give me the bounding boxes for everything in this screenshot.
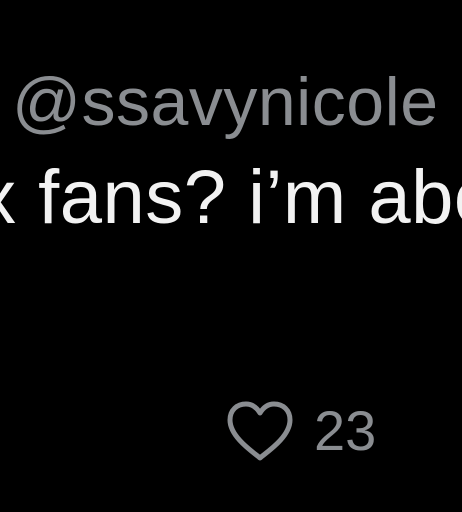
- like-button[interactable]: 23: [224, 396, 376, 466]
- heart-icon-svg: [227, 401, 293, 461]
- heart-outline-icon: [224, 398, 296, 464]
- username-handle[interactable]: @ssavynicole: [12, 62, 439, 142]
- tweet-text: x fans? i’m abo: [0, 155, 462, 240]
- like-count: 23: [314, 399, 377, 462]
- tweet-viewport: @ssavynicole x fans? i’m abo 23: [0, 0, 462, 512]
